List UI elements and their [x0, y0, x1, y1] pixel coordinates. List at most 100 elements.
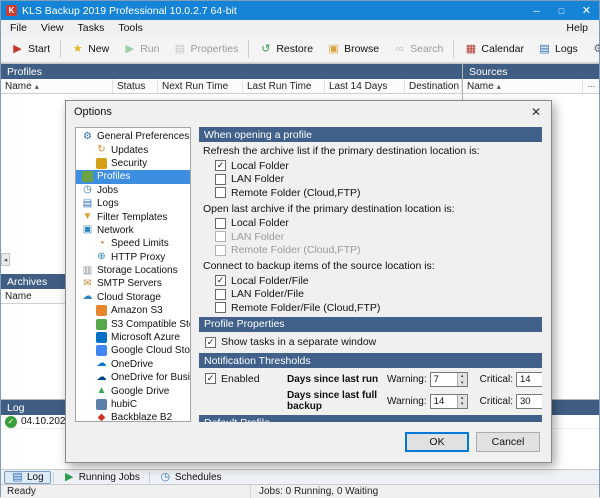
- column-header-name[interactable]: Name▴: [463, 79, 583, 93]
- group-options: ✓Local FolderLAN FolderRemote Folder (Cl…: [215, 159, 542, 200]
- tree-item-onedrive[interactable]: ☁OneDrive: [76, 358, 190, 371]
- column-header-next-run-time[interactable]: Next Run Time: [158, 79, 243, 93]
- tab-running-jobs[interactable]: ▶Running Jobs: [56, 471, 147, 484]
- toolbar-button-calendar[interactable]: ▦Calendar: [457, 39, 531, 60]
- checkbox-show-tasks-in-a-separate-window[interactable]: ✓Show tasks in a separate window: [205, 336, 538, 350]
- tree-item-label: Backblaze B2: [111, 412, 172, 422]
- checkbox-remote-folder-cloud-ftp[interactable]: Remote Folder (Cloud,FTP): [215, 244, 542, 258]
- column-header-name[interactable]: Name▴: [1, 79, 113, 93]
- column-header-status[interactable]: Status: [113, 79, 158, 93]
- tree-item-general-preferences[interactable]: ⚙General Preferences: [76, 130, 190, 143]
- tree-item-profiles[interactable]: Profiles: [76, 170, 190, 183]
- checkbox-lan-folder[interactable]: LAN Folder: [215, 173, 542, 187]
- toolbar-button-browse[interactable]: ▣Browse: [320, 39, 386, 60]
- checkbox-enabled[interactable]: ✓Enabled: [205, 372, 287, 386]
- warning-spinner[interactable]: 7▴▾: [430, 372, 468, 387]
- warning-spinner[interactable]: 14▴▾: [430, 394, 468, 409]
- checkbox-remote-folder-cloud-ftp[interactable]: Remote Folder (Cloud,FTP): [215, 186, 542, 200]
- tab-schedules[interactable]: ◷Schedules: [152, 471, 229, 484]
- column-header-last-14-days[interactable]: Last 14 Days: [325, 79, 405, 93]
- checkbox-label: Remote Folder (Cloud,FTP): [231, 244, 361, 256]
- spin-label: Warning:: [387, 396, 427, 407]
- tree-item-http-proxy[interactable]: ⊕HTTP Proxy: [76, 251, 190, 264]
- log-panel-title: Log: [7, 402, 25, 414]
- toolbar-button-logs[interactable]: ▤Logs: [531, 39, 585, 60]
- spin-label: Critical:: [480, 396, 513, 407]
- critical-spinner[interactable]: 30▴▾: [516, 394, 542, 409]
- notification-row: Days since last full backupWarning:14▴▾C…: [287, 390, 542, 412]
- scroll-left-button[interactable]: ◂: [1, 253, 10, 266]
- group-label: Connect to backup items of the source lo…: [203, 260, 540, 272]
- column-options-button[interactable]: ...: [583, 79, 599, 93]
- tree-item-speed-limits[interactable]: ◔Speed Limits: [76, 237, 190, 250]
- tree-item-updates[interactable]: ↻Updates: [76, 143, 190, 156]
- checkbox-label: Local Folder: [231, 217, 289, 229]
- group-options: ✓Local Folder/FileLAN Folder/FileRemote …: [215, 274, 542, 315]
- storage-icon: ▥: [82, 265, 93, 276]
- toolbar-button-properties[interactable]: ▤Properties: [166, 39, 245, 60]
- bottom-tabbar: ▤Log ▶Running Jobs ◷Schedules: [1, 469, 599, 484]
- critical-spinner[interactable]: 14▴▾: [516, 372, 542, 387]
- tree-item-cloud-storage[interactable]: ☁Cloud Storage: [76, 291, 190, 304]
- minimize-button[interactable]: ─: [524, 1, 549, 20]
- toolbar-button-new[interactable]: ★New: [64, 39, 116, 60]
- tree-item-network[interactable]: ▣Network: [76, 224, 190, 237]
- close-button[interactable]: ✕: [574, 1, 599, 20]
- tree-item-storage-locations[interactable]: ▥Storage Locations: [76, 264, 190, 277]
- start-icon: ▶: [11, 43, 24, 56]
- spinner-value: 30: [517, 395, 542, 408]
- toolbar-separator: [60, 40, 61, 58]
- spinner-down[interactable]: ▾: [458, 380, 467, 387]
- tree-item-logs[interactable]: ▤Logs: [76, 197, 190, 210]
- cancel-button[interactable]: Cancel: [476, 432, 540, 452]
- tree-item-google-cloud-storage[interactable]: Google Cloud Storage: [76, 344, 190, 357]
- checkbox-lan-folder-file[interactable]: LAN Folder/File: [215, 288, 542, 302]
- menu-tools[interactable]: Tools: [111, 21, 150, 35]
- tree-item-google-drive[interactable]: ▲Google Drive: [76, 384, 190, 397]
- spinner-down[interactable]: ▾: [458, 401, 467, 408]
- column-header-last-run-time[interactable]: Last Run Time: [243, 79, 325, 93]
- tree-item-onedrive-for-business[interactable]: ☁OneDrive for Business: [76, 371, 190, 384]
- calendar-icon: ▦: [464, 43, 477, 56]
- toolbar-button-search[interactable]: ∞Search: [386, 39, 450, 60]
- tree-item-label: Google Cloud Storage: [111, 345, 190, 356]
- checkbox-local-folder[interactable]: ✓Local Folder: [215, 159, 542, 173]
- logs-icon: ▤: [82, 198, 93, 209]
- tab-separator: [149, 472, 150, 483]
- spin-warning: Warning:14▴▾: [387, 394, 468, 409]
- tree-item-filter-templates[interactable]: ▼Filter Templates: [76, 210, 190, 223]
- tree-item-backblaze-b2[interactable]: ◆Backblaze B2: [76, 411, 190, 422]
- ok-button[interactable]: OK: [405, 432, 469, 452]
- tree-item-microsoft-azure[interactable]: Microsoft Azure: [76, 331, 190, 344]
- caption-buttons: ─ □ ✕: [524, 1, 599, 20]
- checkbox-local-folder-file[interactable]: ✓Local Folder/File: [215, 274, 542, 288]
- menu-view[interactable]: View: [34, 21, 71, 35]
- toolbar-button-start[interactable]: ▶Start: [4, 39, 57, 60]
- checkbox-remote-folder-file-cloud-ftp[interactable]: Remote Folder/File (Cloud,FTP): [215, 301, 542, 315]
- tree-item-jobs[interactable]: ◷Jobs: [76, 184, 190, 197]
- toolbar-button-run[interactable]: ▶Run: [116, 39, 166, 60]
- menu-help[interactable]: Help: [557, 21, 597, 35]
- tree-item-security[interactable]: Security: [76, 157, 190, 170]
- maximize-button[interactable]: □: [549, 1, 574, 20]
- options-dialog: Options ✕ ⚙General Preferences↻UpdatesSe…: [65, 100, 552, 463]
- toolbar-button-restore[interactable]: ↺Restore: [252, 39, 320, 60]
- options-icon: ⚙: [592, 43, 600, 56]
- toolbar-button-options[interactable]: ⚙Options: [585, 39, 600, 60]
- dialog-close-button[interactable]: ✕: [521, 101, 551, 122]
- checkbox-local-folder[interactable]: Local Folder: [215, 217, 542, 231]
- column-header-destination[interactable]: Destination: [405, 79, 462, 93]
- checkbox-lan-folder[interactable]: LAN Folder: [215, 230, 542, 244]
- tree-item-s3-compatible-storage[interactable]: S3 Compatible Storage: [76, 317, 190, 330]
- checkbox-label: Remote Folder (Cloud,FTP): [231, 187, 361, 199]
- hubic-icon: [96, 399, 107, 410]
- group-options: Local FolderLAN FolderRemote Folder (Clo…: [215, 217, 542, 258]
- tab-log[interactable]: ▤Log: [4, 471, 51, 484]
- tree-item-smtp-servers[interactable]: ✉SMTP Servers: [76, 277, 190, 290]
- menu-file[interactable]: File: [3, 21, 34, 35]
- spinner-arrows: ▴▾: [457, 395, 467, 408]
- tree-item-hubic[interactable]: hubiC: [76, 398, 190, 411]
- amazon-s3-icon: [96, 305, 107, 316]
- tree-item-amazon-s3[interactable]: Amazon S3: [76, 304, 190, 317]
- menu-tasks[interactable]: Tasks: [71, 21, 112, 35]
